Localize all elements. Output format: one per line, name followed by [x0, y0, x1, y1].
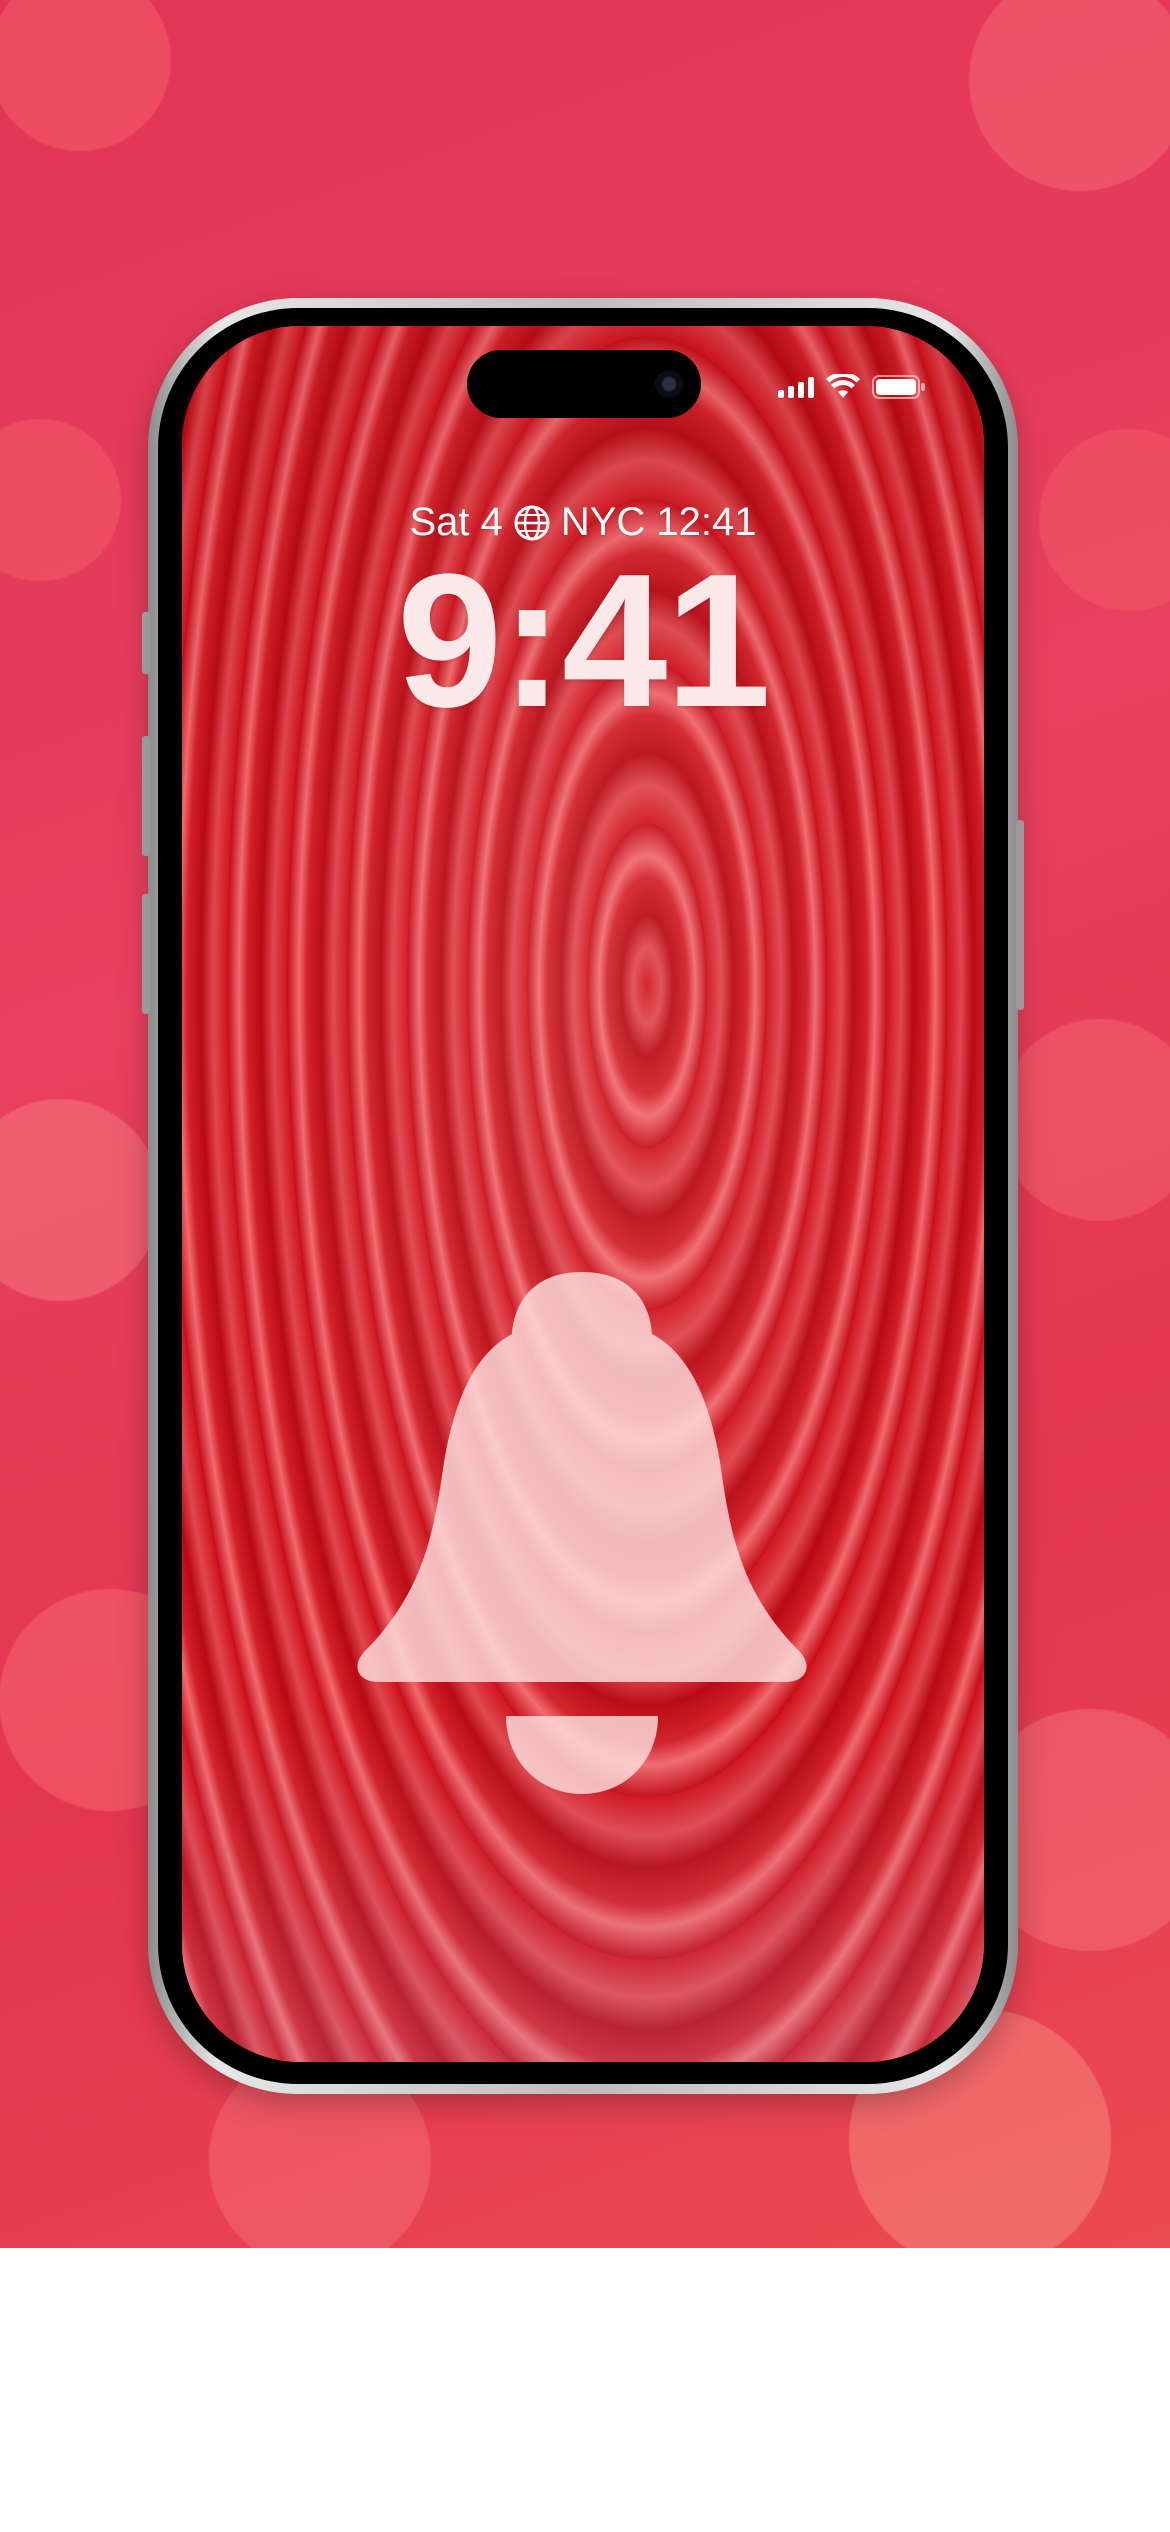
- lock-screen-clock[interactable]: 9:41: [182, 546, 984, 736]
- battery-icon: [872, 375, 925, 399]
- lock-screen[interactable]: Sat 4 NYC 12:41 9:41: [182, 326, 984, 2062]
- dynamic-island: [467, 350, 701, 418]
- volume-up-button: [142, 736, 150, 856]
- wifi-icon: [826, 374, 860, 398]
- status-bar: [778, 372, 926, 402]
- volume-down-button: [142, 894, 150, 1014]
- bell-icon: [357, 1272, 807, 1794]
- front-camera-icon: [655, 370, 683, 398]
- action-button: [142, 612, 150, 674]
- power-button: [1016, 820, 1024, 1010]
- cellular-signal-icon: [778, 376, 814, 398]
